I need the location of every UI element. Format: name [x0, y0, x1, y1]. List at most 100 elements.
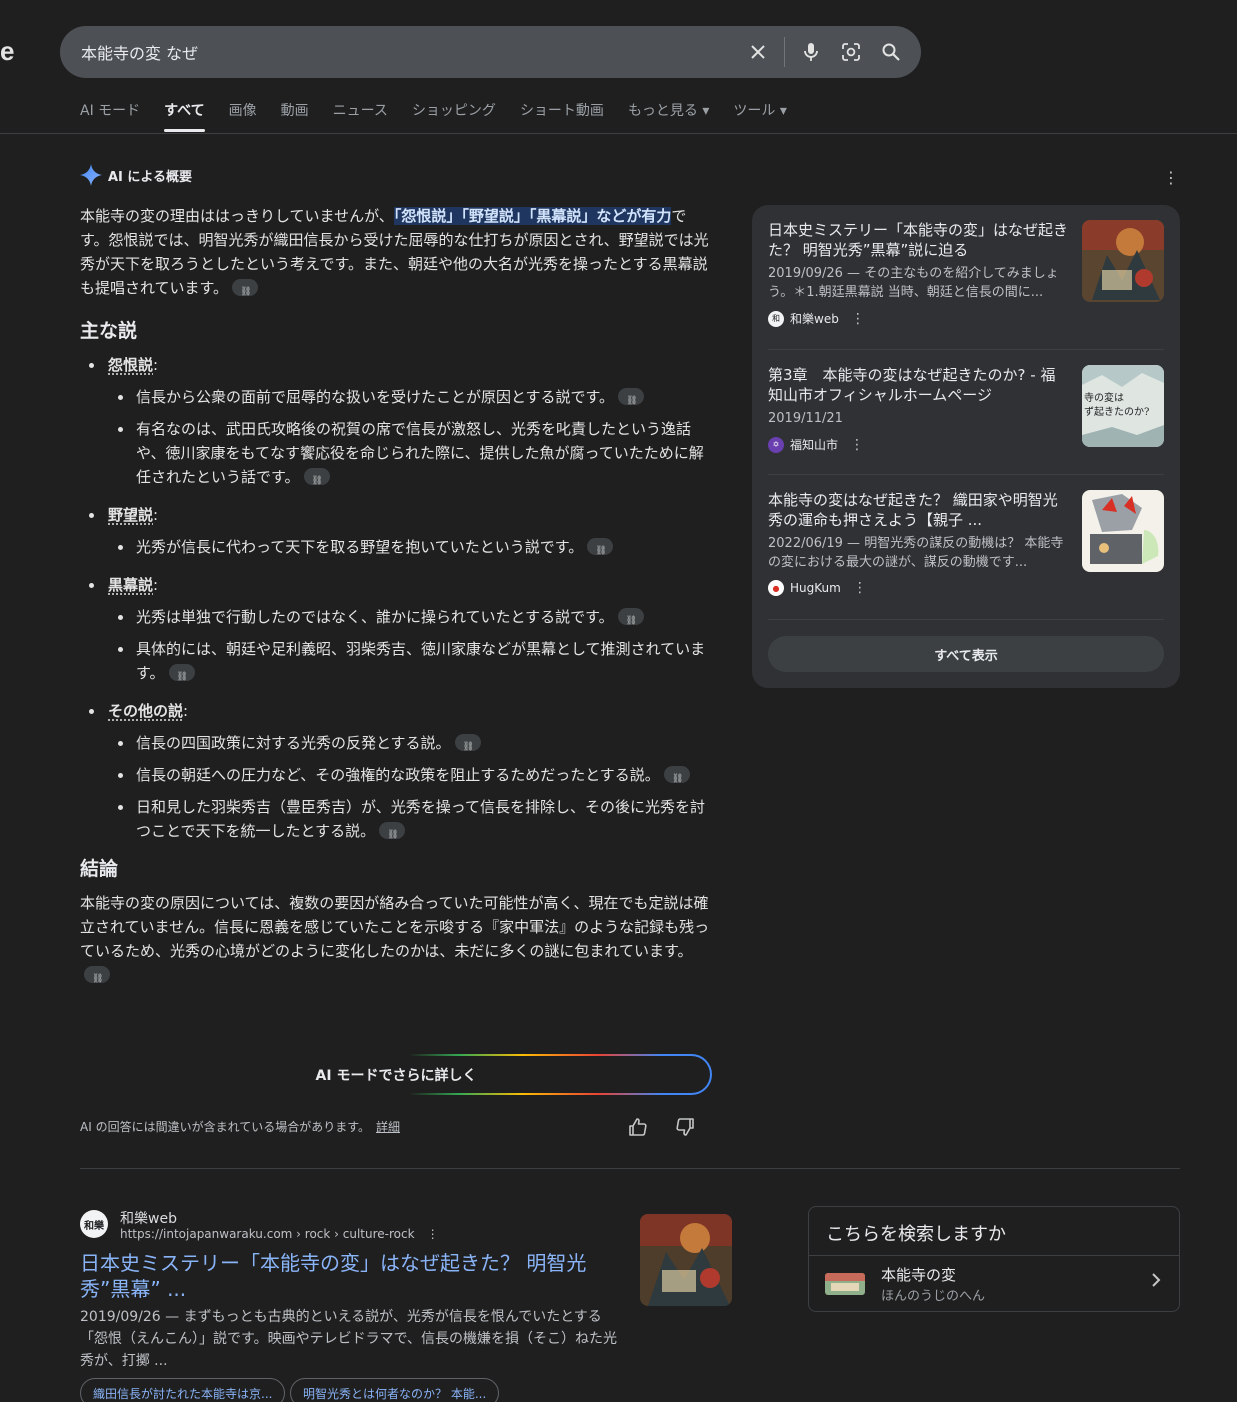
source-title[interactable]: 第3章 本能寺の変はなぜ起きたのか? - 福知山市オフィシャルホームページ: [768, 365, 1070, 405]
divider: [768, 349, 1164, 350]
fukuchiyama-favicon: ✡: [768, 436, 784, 453]
source-card[interactable]: 第3章 本能寺の変はなぜ起きたのか? - 福知山市オフィシャルホームページ 20…: [768, 365, 1164, 453]
list-item: その他の説: 信長の四国政策に対する光秀の反発とする説。 信長の朝廷への圧力など…: [80, 699, 714, 847]
list-item: 光秀は単独で行動したのではなく、誰かに操られていたとする説です。: [108, 605, 714, 633]
list-item: 有名なのは、武田氏攻略後の祝賀の席で信長が激怒し、光秀を叱責したという逸話や、徳…: [108, 417, 714, 493]
divider: [768, 474, 1164, 475]
tab-short-videos[interactable]: ショート動画: [520, 100, 604, 132]
citation-link-icon[interactable]: [303, 468, 330, 493]
chevron-right-icon[interactable]: [1151, 1272, 1161, 1292]
search-divider: [784, 37, 785, 67]
list-item: 具体的には、朝廷や足利義昭、羽柴秀吉、徳川家康などが黒幕として推測されています。: [108, 637, 714, 689]
thumbs-up-icon[interactable]: [625, 1114, 651, 1140]
source-snippet: 2019/09/26 — その主なものを紹介してみましょう。＊1.朝廷黒幕説 当…: [768, 266, 1059, 300]
theory-term[interactable]: 野望説: [108, 506, 153, 524]
section-heading-conclusion: 結論: [80, 858, 119, 880]
suggestion-reading: ほんのうじのへん: [881, 1289, 986, 1304]
related-chip[interactable]: 織田信長が討たれた本能寺は京...: [80, 1378, 286, 1402]
more-options-icon[interactable]: ⋮: [427, 1227, 439, 1241]
ai-overview-title: AI による概要: [108, 169, 193, 185]
gemini-sparkle-icon: [80, 164, 102, 186]
citation-link-icon[interactable]: [618, 388, 645, 413]
show-all-sources-button[interactable]: すべて表示: [768, 636, 1164, 672]
tab-all[interactable]: すべて: [164, 100, 206, 132]
site-name[interactable]: 和樂web: [120, 1208, 177, 1228]
citation-link-icon[interactable]: [587, 538, 614, 563]
source-thumbnail[interactable]: 寺の変はず起きたのか?: [1082, 365, 1164, 447]
tab-more[interactable]: もっと見る ▾: [628, 100, 709, 132]
citation-link-icon[interactable]: [84, 966, 110, 991]
did-you-mean-heading: こちらを検索しますか: [809, 1207, 1179, 1256]
citation-link-icon[interactable]: [663, 766, 690, 791]
list-item: 信長の四国政策に対する光秀の反発とする説。: [108, 731, 714, 759]
ai-intro: 本能寺の変の理由ははっきりしていませんが、「怨恨説」「野望説」「黒幕説」などが有…: [80, 204, 714, 304]
result-url[interactable]: https://intojapanwaraku.com › rock › cul…: [120, 1227, 439, 1241]
citation-link-icon[interactable]: [168, 664, 195, 689]
ai-highlight: 「怨恨説」「野望説」「黒幕説」などが有力: [393, 207, 672, 225]
more-options-icon[interactable]: ⋮: [850, 437, 864, 453]
source-title[interactable]: 日本史ミステリー「本能寺の変」はなぜ起きた？ 明智光秀”黒幕”説に迫る: [768, 220, 1070, 260]
hugkum-favicon: ●: [768, 580, 784, 596]
list-item: 野望説: 光秀が信長に代わって天下を取る野望を抱いていたという説です。: [80, 503, 714, 563]
tab-news[interactable]: ニュース: [333, 100, 388, 132]
more-options-icon[interactable]: ⋮: [851, 311, 865, 327]
site-favicon[interactable]: 和樂: [80, 1210, 108, 1238]
search-icon[interactable]: [871, 32, 911, 72]
result-thumbnail[interactable]: [640, 1214, 732, 1306]
tab-tools[interactable]: ツール ▾: [733, 100, 786, 132]
section-heading-main: 主な説: [80, 320, 138, 342]
citation-link-icon[interactable]: [617, 608, 644, 633]
tab-ai-mode[interactable]: AI モード: [80, 100, 140, 132]
more-options-icon[interactable]: ⋮: [853, 580, 867, 596]
citation-link-icon[interactable]: [379, 822, 406, 847]
related-chip[interactable]: 明智光秀とは何者なのか？ 本能...: [290, 1378, 500, 1402]
source-thumbnail[interactable]: [1082, 490, 1164, 572]
ai-overview-header: AI による概要: [80, 164, 192, 186]
ai-sources-panel: 日本史ミステリー「本能寺の変」はなぜ起きた？ 明智光秀”黒幕”説に迫る 2019…: [752, 205, 1180, 688]
source-card[interactable]: 日本史ミステリー「本能寺の変」はなぜ起きた？ 明智光秀”黒幕”説に迫る 2019…: [768, 220, 1164, 327]
theory-term[interactable]: 怨恨説: [108, 356, 153, 374]
theory-term[interactable]: その他の説: [108, 702, 183, 720]
source-thumbnail[interactable]: [1082, 220, 1164, 302]
google-logo-fragment[interactable]: e: [0, 36, 14, 67]
divider: [768, 619, 1164, 620]
thumbnail-text: 寺の変は: [1084, 391, 1124, 404]
list-item: 黒幕説: 光秀は単独で行動したのではなく、誰かに操られていたとする説です。 具体…: [80, 573, 714, 689]
source-title[interactable]: 本能寺の変はなぜ起きた？ 織田家や明智光秀の運命も押さえよう【親子 ...: [768, 490, 1070, 530]
search-bar[interactable]: 本能寺の変 なぜ: [60, 26, 921, 78]
theory-term[interactable]: 黒幕説: [108, 576, 153, 594]
tabs-divider: [0, 133, 1237, 134]
ai-conclusion: 本能寺の変の原因については、複数の要因が絡み合っていた可能性が高く、現在でも定説…: [80, 891, 714, 991]
ai-disclaimer: AI の回答には間違いが含まれている場合があります。 詳細: [80, 1120, 401, 1134]
source-snippet: 2019/11/21: [768, 411, 843, 426]
search-input[interactable]: 本能寺の変 なぜ: [60, 40, 738, 64]
list-item: 信長から公衆の面前で屈辱的な扱いを受けたことが原因とする説です。: [108, 385, 714, 413]
list-item: 怨恨説: 信長から公衆の面前で屈辱的な扱いを受けたことが原因とする説です。 有名…: [80, 353, 714, 493]
mic-icon[interactable]: [791, 32, 831, 72]
list-item: 日和見した羽柴秀吉（豊臣秀吉）が、光秀を操って信長を排除し、その後に光秀を討つこ…: [108, 795, 714, 847]
ai-mode-more-button[interactable]: AI モードでさらに詳しく: [80, 1054, 712, 1095]
tab-images[interactable]: 画像: [229, 100, 257, 132]
citation-link-icon[interactable]: [454, 734, 481, 759]
lens-icon[interactable]: [831, 32, 871, 72]
waraku-favicon: 和: [768, 310, 784, 327]
suggestion-title[interactable]: 本能寺の変: [881, 1264, 956, 1285]
result-title-link[interactable]: 日本史ミステリー「本能寺の変」はなぜ起きた？ 明智光秀”黒幕” ...: [80, 1250, 620, 1302]
source-site: 和 和樂web ⋮: [768, 310, 1164, 327]
disclaimer-details-link[interactable]: 詳細: [376, 1120, 400, 1134]
source-card[interactable]: 本能寺の変はなぜ起きた？ 織田家や明智光秀の運命も押さえよう【親子 ... 20…: [768, 490, 1164, 596]
search-tabs: AI モード すべて 画像 動画 ニュース ショッピング ショート動画 もっと見…: [80, 100, 811, 132]
list-item: 信長の朝廷への圧力など、その強権的な政策を阻止するためだったとする説。: [108, 763, 714, 791]
thumbs-down-icon[interactable]: [672, 1114, 698, 1140]
suggestion-thumbnail: [825, 1273, 865, 1295]
tab-videos[interactable]: 動画: [281, 100, 309, 132]
did-you-mean-panel: こちらを検索しますか 本能寺の変 ほんのうじのへん: [808, 1206, 1180, 1312]
ai-overview-body: 本能寺の変の理由ははっきりしていませんが、「怨恨説」「野望説」「黒幕説」などが有…: [80, 204, 714, 991]
close-icon[interactable]: [738, 32, 778, 72]
theory-list: 怨恨説: 信長から公衆の面前で屈辱的な扱いを受けたことが原因とする説です。 有名…: [80, 353, 714, 847]
tab-shopping[interactable]: ショッピング: [412, 100, 496, 132]
citation-link-icon[interactable]: [232, 279, 259, 304]
more-options-icon[interactable]: ⋮: [1162, 168, 1180, 187]
did-you-mean-item[interactable]: 本能寺の変 ほんのうじのへん: [809, 1256, 1179, 1312]
svg-text:ず起きたのか?: ず起きたのか?: [1084, 406, 1149, 418]
